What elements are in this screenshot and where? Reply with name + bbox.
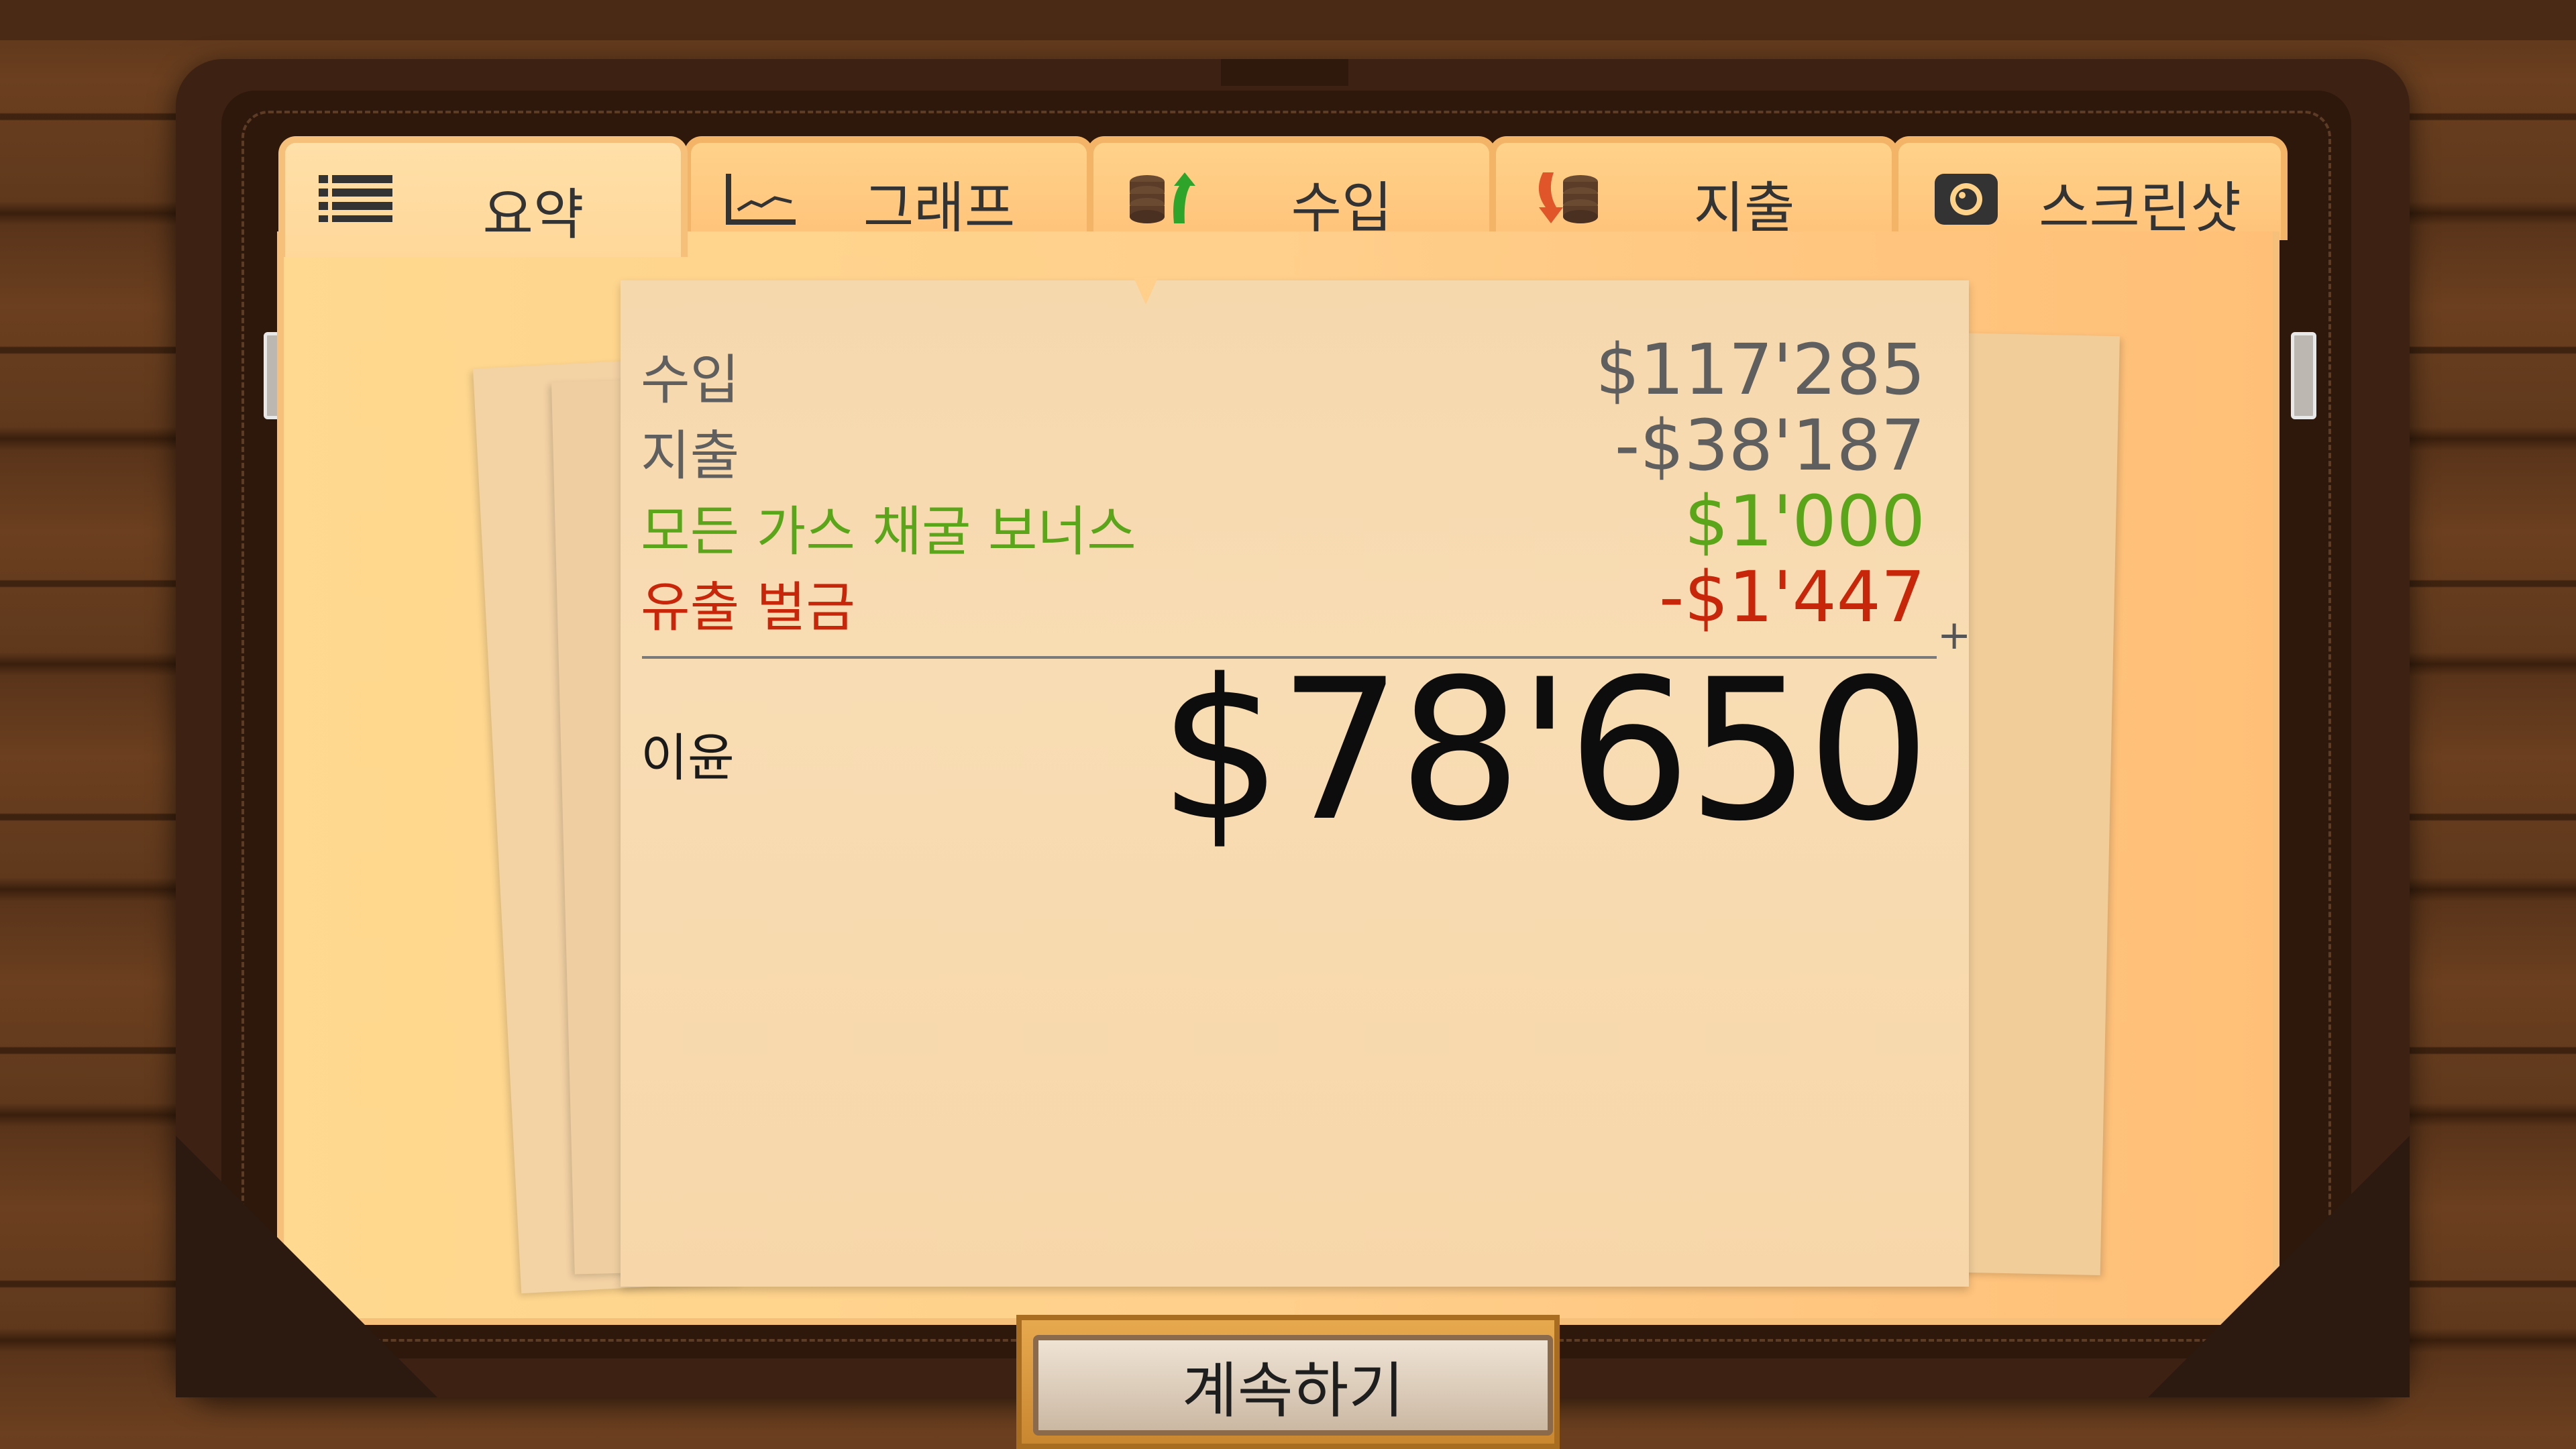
folder-corner-left (176, 1136, 437, 1397)
coins-up-icon (1130, 172, 1195, 223)
folder-corner-right (2148, 1136, 2410, 1397)
list-icon (319, 175, 392, 222)
line-chart-icon (726, 174, 796, 225)
row-gas-bonus-label: 모든 가스 채굴 보너스 (641, 500, 1136, 563)
right-clip (2291, 332, 2316, 419)
row-income-label: 수입 (641, 349, 740, 411)
profit-label: 이윤 (641, 728, 735, 788)
row-gas-bonus-value: $1'000 (1684, 480, 1925, 562)
top-wood-bar (0, 0, 2576, 40)
row-income-value: $117'285 (1595, 329, 1925, 411)
tab-summary[interactable]: 요약 (278, 136, 688, 257)
tab-graph[interactable]: 그래프 (684, 136, 1093, 240)
camera-icon (1935, 174, 1998, 225)
tab-screenshot[interactable]: 스크린샷 (1892, 136, 2288, 240)
folder-top-clip (1221, 59, 1348, 86)
row-spill-fine-label: 유출 벌금 (641, 576, 855, 639)
continue-button[interactable]: 계속하기 (1033, 1335, 1553, 1436)
profit-value: $78'650 (1159, 638, 1931, 864)
row-expenses-value: -$38'187 (1614, 405, 1925, 486)
row-expenses-label: 지출 (641, 425, 740, 487)
tab-expenses[interactable]: 지출 (1489, 136, 1898, 240)
plus-sign: + (1937, 612, 1972, 659)
row-spill-fine-value: -$1'447 (1659, 556, 1925, 638)
paper-notch (1134, 278, 1158, 305)
tab-summary-label: 요약 (482, 183, 584, 247)
coins-down-icon (1538, 172, 1598, 223)
tab-income[interactable]: 수입 (1087, 136, 1496, 240)
